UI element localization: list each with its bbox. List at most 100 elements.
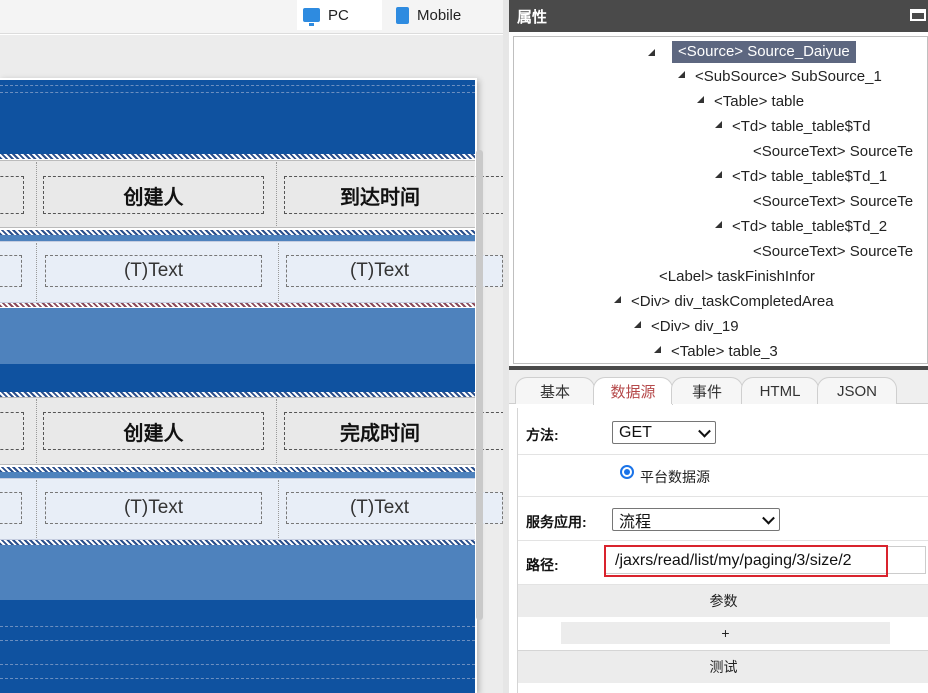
params-label: 参数 [709,593,738,609]
expand-arrow-icon[interactable] [715,120,722,128]
maximize-icon[interactable] [910,9,926,21]
tree-node-label: <Table> table_3 [671,343,778,360]
property-tabs: 基本 数据源 事件 HTML JSON [509,370,928,405]
datasource-form: 方法: GET 平台数据源 服务应用: 流程 路径: /jaxrs/read/l… [517,408,928,693]
monitor-icon [303,8,320,26]
table1-data-creator[interactable]: (T)Text [45,255,262,287]
dashed-guide [0,626,475,627]
canvas-scrollbar[interactable] [476,150,483,620]
dashed-guide [0,92,475,93]
tree-node-label: <SourceText> SourceTe [753,143,914,160]
completed-area-band[interactable] [0,308,475,364]
cell-divider [36,399,37,463]
tree-node-label: <SourceText> SourceTe [753,243,914,260]
tree-node-label: <Td> table_table$Td_1 [732,168,888,185]
test-section[interactable]: 测试 [518,650,928,683]
method-row: 方法: GET [518,408,928,455]
platform-source-label: 平台数据源 [640,469,710,485]
tree-node-label: <Source> Source_Daiyue [678,43,850,60]
dashed-guide [0,664,475,665]
tab-json[interactable]: JSON [817,377,897,404]
platform-source-radio[interactable] [620,465,634,479]
method-value: GET [619,423,652,441]
table2-data-creator[interactable]: (T)Text [45,492,262,524]
tab-events[interactable]: 事件 [671,377,743,404]
expand-arrow-icon[interactable] [678,70,685,78]
tree-node-label-taskfinish[interactable]: <Label> taskFinishInfor [659,266,815,288]
table2-data-cell[interactable] [0,492,22,524]
tree-node-table[interactable]: <Table> table [697,91,804,113]
tab-label: 事件 [691,383,722,401]
add-param-button[interactable]: + [561,622,890,644]
table2-header-cell[interactable] [0,412,24,450]
service-select[interactable]: 流程 [612,508,780,531]
source-type-row: 平台数据源 [518,454,928,497]
component-tree[interactable]: <Source> Source_Daiyue <SubSource> SubSo… [513,36,928,364]
table1-header-arrival-label: 到达时间 [340,186,420,209]
table2-header-creator[interactable]: 创建人 [43,412,264,450]
path-input[interactable]: /jaxrs/read/list/my/paging/3/size/2 [604,545,888,577]
params-section[interactable]: 参数 [518,585,928,617]
path-value: /jaxrs/read/list/my/paging/3/size/2 [615,552,852,569]
tab-html[interactable]: HTML [741,377,819,404]
tree-node-td-1[interactable]: <Td> table_table$Td_1 [715,166,887,188]
tab-label: 数据源 [610,384,656,401]
expand-arrow-icon[interactable] [654,345,661,353]
table2-header-finish-time[interactable]: 完成时间 [284,412,504,450]
properties-header: 属性 [509,0,928,32]
tree-node-sourcetext[interactable]: <SourceText> SourceTe [753,241,913,263]
expand-arrow-icon[interactable] [648,49,655,56]
cell-divider [278,480,279,538]
tree-node-label: <Label> taskFinishInfor [659,268,815,285]
table1-data-cell[interactable] [0,255,22,287]
table1-data-arrival[interactable]: (T)Text [286,255,503,287]
table2-data-creator-text: (T)Text [123,497,184,518]
tree-node-table-3[interactable]: <Table> table_3 [654,341,778,363]
tree-node-subsource[interactable]: <SubSource> SubSource_1 [678,66,882,88]
tree-node-label: <Table> table [714,93,805,110]
dashed-guide [0,640,475,641]
tab-label: HTML [759,382,801,400]
chevron-down-icon [698,424,711,438]
footer-band[interactable] [0,600,475,693]
expand-arrow-icon[interactable] [715,220,722,228]
expand-arrow-icon[interactable] [715,170,722,178]
tab-label: 基本 [539,383,570,401]
cell-divider [278,243,279,301]
table1-data-arrival-text: (T)Text [349,260,410,281]
tab-label: JSON [836,382,877,400]
tree-node-label: <SourceText> SourceTe [753,193,914,210]
table1-header-creator-label: 创建人 [123,186,184,209]
border-stripe [0,303,475,307]
tree-node-td[interactable]: <Td> table_table$Td [715,116,870,138]
tree-node-sourcetext[interactable]: <SourceText> SourceTe [753,141,913,163]
tree-node-label: <Td> table_table$Td_2 [732,218,888,235]
method-label: 方法: [526,427,559,443]
expand-arrow-icon[interactable] [634,320,641,328]
method-select[interactable]: GET [612,421,716,444]
device-tab-pc[interactable]: PC [297,0,382,30]
tree-node-source[interactable]: <Source> Source_Daiyue [648,41,856,63]
table1-header-cell[interactable] [0,176,24,214]
tree-node-label: <Div> div_19 [651,318,739,335]
border-stripe [0,154,475,159]
table1-header-creator[interactable]: 创建人 [43,176,264,214]
device-tab-mobile-label: Mobile [417,6,462,24]
device-tab-mobile[interactable]: Mobile [386,0,496,30]
tree-node-div-completed[interactable]: <Div> div_taskCompletedArea [614,291,834,313]
tree-node-label: <Td> table_table$Td [732,118,871,135]
cell-divider [36,243,37,301]
panel-splitter[interactable] [503,0,509,693]
tab-datasource[interactable]: 数据源 [593,377,673,405]
tree-node-td-2[interactable]: <Td> table_table$Td_2 [715,216,887,238]
tree-node-div-19[interactable]: <Div> div_19 [634,316,739,338]
table1-header-arrival-time[interactable]: 到达时间 [284,176,504,214]
bottom-band[interactable] [0,545,475,600]
table2-data-finish[interactable]: (T)Text [286,492,503,524]
cell-divider [36,480,37,538]
expand-arrow-icon[interactable] [614,295,621,303]
tree-node-sourcetext[interactable]: <SourceText> SourceTe [753,191,913,213]
tab-basic[interactable]: 基本 [515,377,595,404]
expand-arrow-icon[interactable] [697,95,704,103]
tree-node-label: <Div> div_taskCompletedArea [631,293,834,310]
